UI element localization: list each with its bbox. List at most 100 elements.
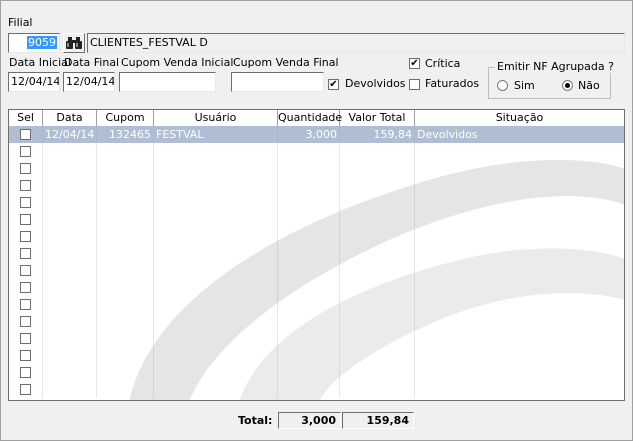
row-checkbox[interactable] [20,282,31,293]
header-data[interactable]: Data [43,110,97,126]
row-select-cell[interactable] [9,245,43,262]
empty-cell [43,279,97,296]
table-row[interactable] [9,262,624,279]
row-checkbox[interactable] [20,163,31,174]
header-sel[interactable]: Sel [9,110,43,126]
table-row[interactable] [9,194,624,211]
table-row[interactable] [9,143,624,160]
empty-cell [154,381,278,398]
header-cupom[interactable]: Cupom [97,110,154,126]
row-checkbox[interactable] [20,129,31,140]
row-checkbox[interactable] [20,350,31,361]
empty-cell [278,381,340,398]
emitir-nf-legend: Emitir NF Agrupada ? [495,60,616,73]
nao-radio[interactable] [562,80,573,91]
empty-cell [97,296,154,313]
cell-data: 12/04/14 [43,126,97,143]
faturados-label: Faturados [425,77,480,90]
row-checkbox[interactable] [20,367,31,378]
empty-cell [278,228,340,245]
table-row[interactable] [9,330,624,347]
row-select-cell[interactable] [9,160,43,177]
empty-cell [154,330,278,347]
row-checkbox[interactable] [20,333,31,344]
row-select-cell[interactable] [9,262,43,279]
critica-checkbox[interactable]: ✔ [409,58,420,69]
devolvidos-label: Devolvidos [345,77,406,90]
row-select-cell[interactable] [9,211,43,228]
empty-cell [154,245,278,262]
table-row[interactable] [9,347,624,364]
row-select-cell[interactable] [9,381,43,398]
row-checkbox[interactable] [20,180,31,191]
empty-cell [97,177,154,194]
sim-radio[interactable] [497,80,508,91]
cupom-final-label: Cupom Venda Final [233,56,339,69]
empty-cell [415,381,624,398]
row-checkbox[interactable] [20,248,31,259]
cell-cupom: 132465 [97,126,154,143]
table-row[interactable] [9,160,624,177]
table-row[interactable]: 12/04/14 132465 FESTVAL 3,000 159,84 Dev… [9,126,624,143]
empty-cell [340,245,415,262]
empty-cell [154,347,278,364]
filial-code-input[interactable]: 9059 [8,33,60,53]
data-inicial-input[interactable]: 12/04/14 [8,72,60,92]
row-select-cell[interactable] [9,177,43,194]
cupom-final-input[interactable] [231,72,324,92]
header-situacao[interactable]: Situação [415,110,624,126]
row-checkbox[interactable] [20,146,31,157]
cupom-inicial-input[interactable] [119,72,216,92]
devolvidos-checkbox[interactable]: ✔ [328,79,339,90]
header-valor-total[interactable]: Valor Total [340,110,415,126]
table-row[interactable] [9,313,624,330]
row-select-cell[interactable] [9,279,43,296]
empty-cell [97,245,154,262]
table-row[interactable] [9,279,624,296]
empty-cell [43,347,97,364]
empty-cell [278,364,340,381]
empty-cell [43,228,97,245]
data-final-input[interactable]: 12/04/14 [63,72,115,92]
empty-cell [415,347,624,364]
row-select-cell[interactable] [9,313,43,330]
faturados-checkbox[interactable] [409,79,420,90]
empty-cell [97,279,154,296]
search-button[interactable] [63,33,85,53]
row-checkbox[interactable] [20,214,31,225]
row-checkbox[interactable] [20,197,31,208]
empty-cell [43,313,97,330]
table-row[interactable] [9,364,624,381]
empty-cell [340,313,415,330]
table-row[interactable] [9,245,624,262]
table-row[interactable] [9,211,624,228]
row-checkbox[interactable] [20,299,31,310]
table-row[interactable] [9,177,624,194]
empty-cell [43,330,97,347]
row-select-cell[interactable] [9,228,43,245]
table-row[interactable] [9,296,624,313]
row-checkbox[interactable] [20,231,31,242]
row-select-cell[interactable] [9,296,43,313]
empty-cell [278,143,340,160]
results-grid[interactable]: Sel Data Cupom Usuário Quantidade Valor … [8,109,625,401]
empty-cell [278,262,340,279]
row-select-cell[interactable] [9,364,43,381]
header-usuario[interactable]: Usuário [154,110,278,126]
empty-cell [340,279,415,296]
table-row[interactable] [9,228,624,245]
header-quantidade[interactable]: Quantidade [278,110,342,126]
empty-cell [97,262,154,279]
row-checkbox[interactable] [20,316,31,327]
table-row[interactable] [9,381,624,398]
empty-cell [97,381,154,398]
row-select-cell[interactable] [9,126,43,143]
row-select-cell[interactable] [9,330,43,347]
empty-cell [415,194,624,211]
empty-cell [415,364,624,381]
row-select-cell[interactable] [9,143,43,160]
row-checkbox[interactable] [20,265,31,276]
row-select-cell[interactable] [9,194,43,211]
row-checkbox[interactable] [20,384,31,395]
row-select-cell[interactable] [9,347,43,364]
